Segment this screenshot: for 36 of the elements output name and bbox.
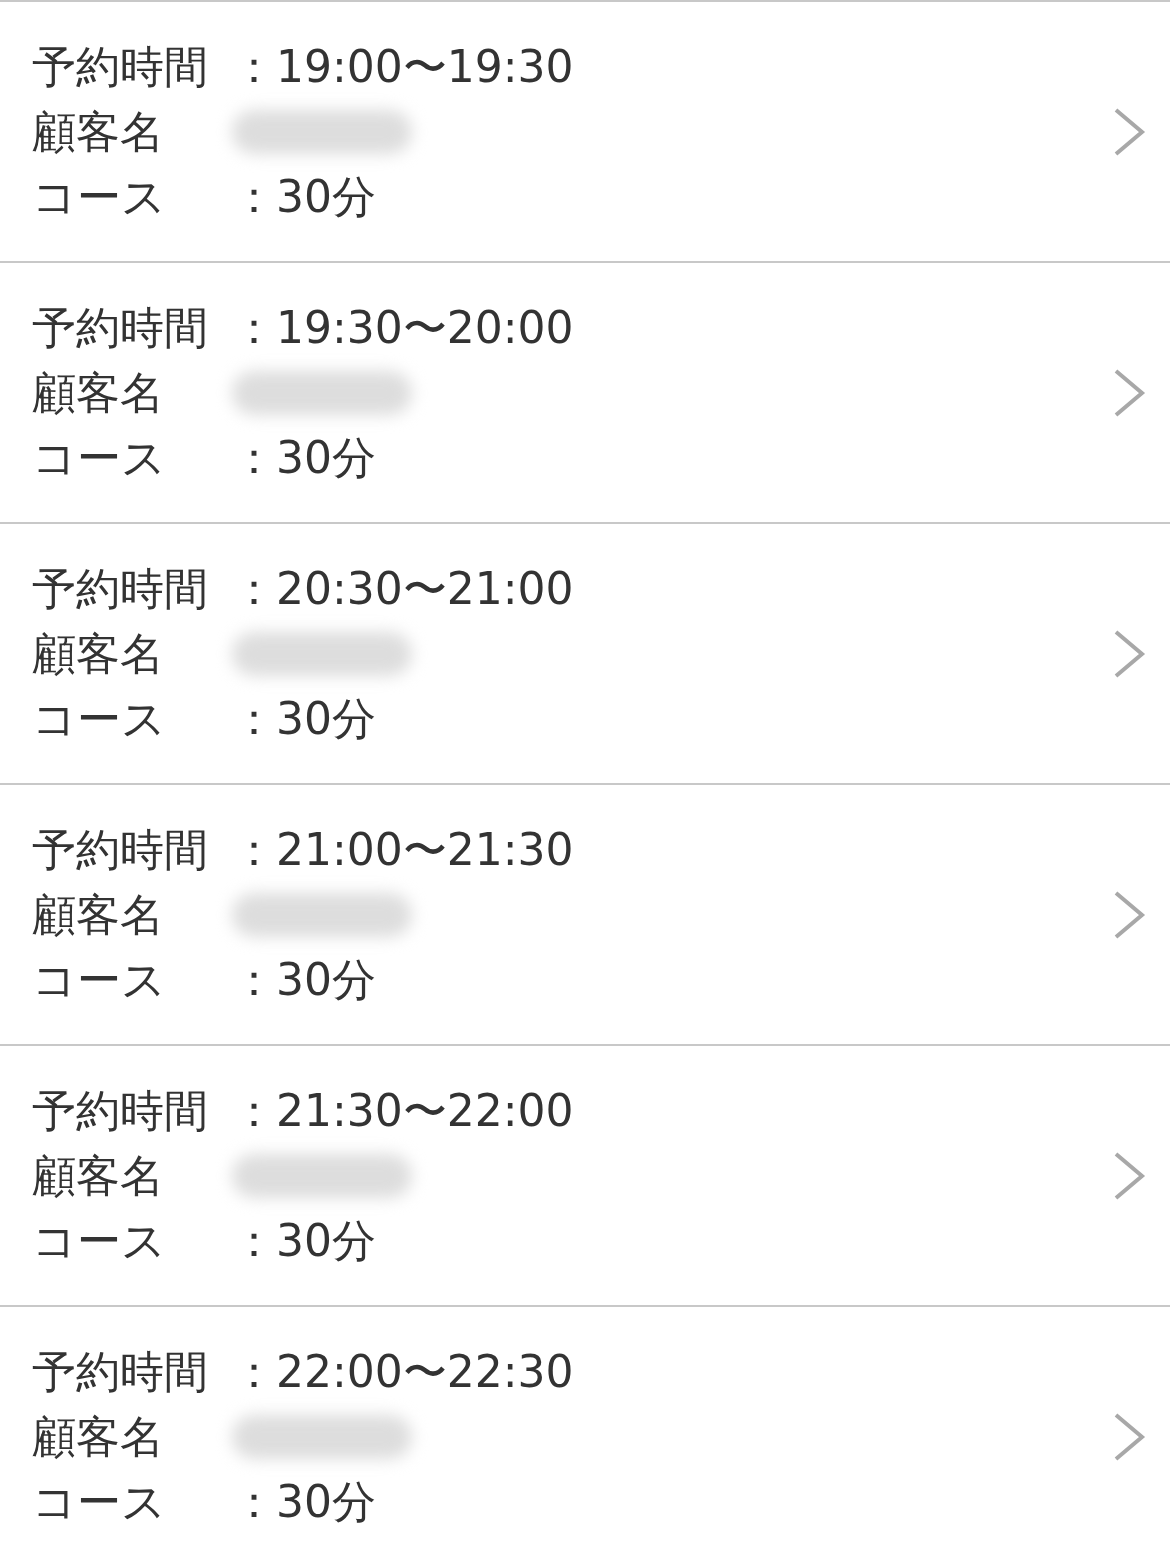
time-label: 予約時間 — [32, 1349, 209, 1394]
course-label: コース — [32, 1218, 167, 1263]
customer-name-label: 顧客名 — [32, 109, 165, 154]
time-value: ：20:30〜21:00 — [232, 566, 574, 611]
time-label: 予約時間 — [32, 566, 209, 611]
course-value: ：30分 — [232, 174, 377, 219]
time-value: ：22:00〜22:30 — [232, 1349, 574, 1394]
time-label: 予約時間 — [32, 1088, 209, 1133]
course-label: コース — [32, 957, 167, 1002]
customer-name-label: 顧客名 — [32, 1414, 165, 1459]
course-value: ：30分 — [232, 1218, 377, 1263]
chevron-right-icon — [1112, 889, 1146, 940]
time-value: ：21:00〜21:30 — [232, 827, 574, 872]
time-value: ：21:30〜22:00 — [232, 1088, 574, 1133]
customer-name-label: 顧客名 — [32, 370, 165, 415]
time-label: 予約時間 — [32, 305, 209, 350]
time-label: 予約時間 — [32, 827, 209, 872]
course-value: ：30分 — [232, 696, 377, 741]
course-label: コース — [32, 174, 167, 219]
time-label: 予約時間 — [32, 44, 209, 89]
customer-name-label: 顧客名 — [32, 1153, 165, 1198]
time-value: ：19:30〜20:00 — [232, 305, 574, 350]
course-label: コース — [32, 435, 167, 480]
course-value: ：30分 — [232, 435, 377, 480]
chevron-right-icon — [1112, 1150, 1146, 1201]
chevron-right-icon — [1112, 628, 1146, 679]
customer-name-label: 顧客名 — [32, 631, 165, 676]
course-label: コース — [32, 696, 167, 741]
chevron-right-icon — [1112, 106, 1146, 157]
time-value: ：19:00〜19:30 — [232, 44, 574, 89]
customer-name-label: 顧客名 — [32, 892, 165, 937]
chevron-right-icon — [1112, 1411, 1146, 1462]
course-value: ：30分 — [232, 957, 377, 1002]
course-value: ：30分 — [232, 1479, 377, 1524]
course-label: コース — [32, 1479, 167, 1524]
chevron-right-icon — [1112, 367, 1146, 418]
